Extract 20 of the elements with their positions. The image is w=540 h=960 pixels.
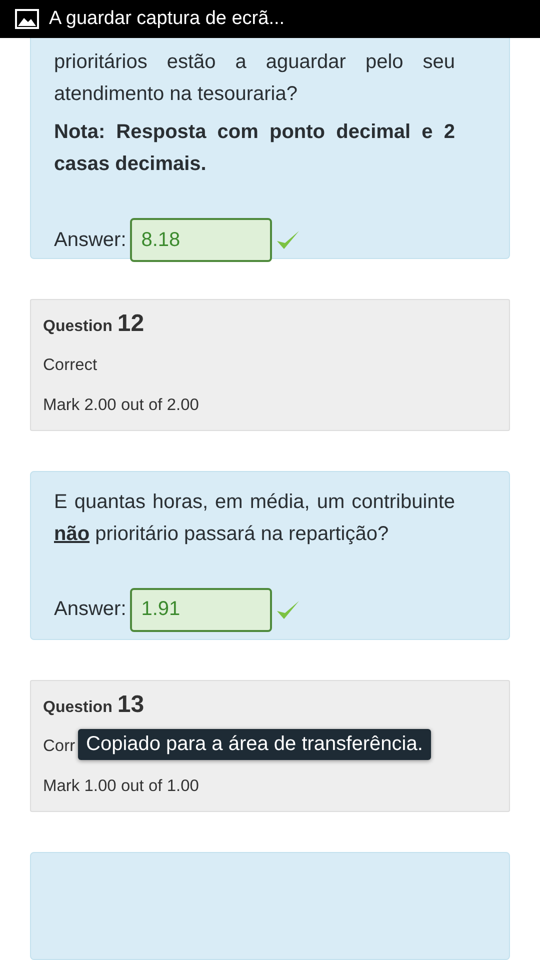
- question-state: Correct: [43, 354, 98, 376]
- question-number: 12: [117, 310, 144, 338]
- question-label: Question: [43, 699, 112, 717]
- question-mark: Mark 2.00 out of 2.00: [43, 394, 199, 416]
- status-text: A guardar captura de ecrã...: [49, 8, 285, 30]
- note-text: Nota: Resposta com ponto decimal e 2 casas decimais.: [54, 120, 455, 177]
- answer-label: Answer:: [54, 598, 126, 622]
- checkmark-icon: [276, 598, 300, 621]
- question-text: prioritários estão a aguardar pelo seu atendimento na tesouraria?: [54, 50, 455, 107]
- question-number: 13: [117, 691, 144, 719]
- answer-field[interactable]: 8.18: [130, 218, 272, 262]
- checkmark-icon: [276, 229, 300, 251]
- question-mark: Mark 1.00 out of 1.00: [43, 776, 199, 797]
- question-text: E quantas horas, em média, um contribuinte não prioritário passará na repartição?: [54, 490, 455, 547]
- question-state: Corr: [43, 736, 76, 757]
- question-label: Question: [43, 318, 112, 336]
- toast-message: Copiado para a área de transferência.: [78, 729, 431, 760]
- answer-label: Answer:: [54, 228, 126, 252]
- answer-field[interactable]: 1.91: [130, 588, 272, 632]
- image-icon: [15, 9, 39, 29]
